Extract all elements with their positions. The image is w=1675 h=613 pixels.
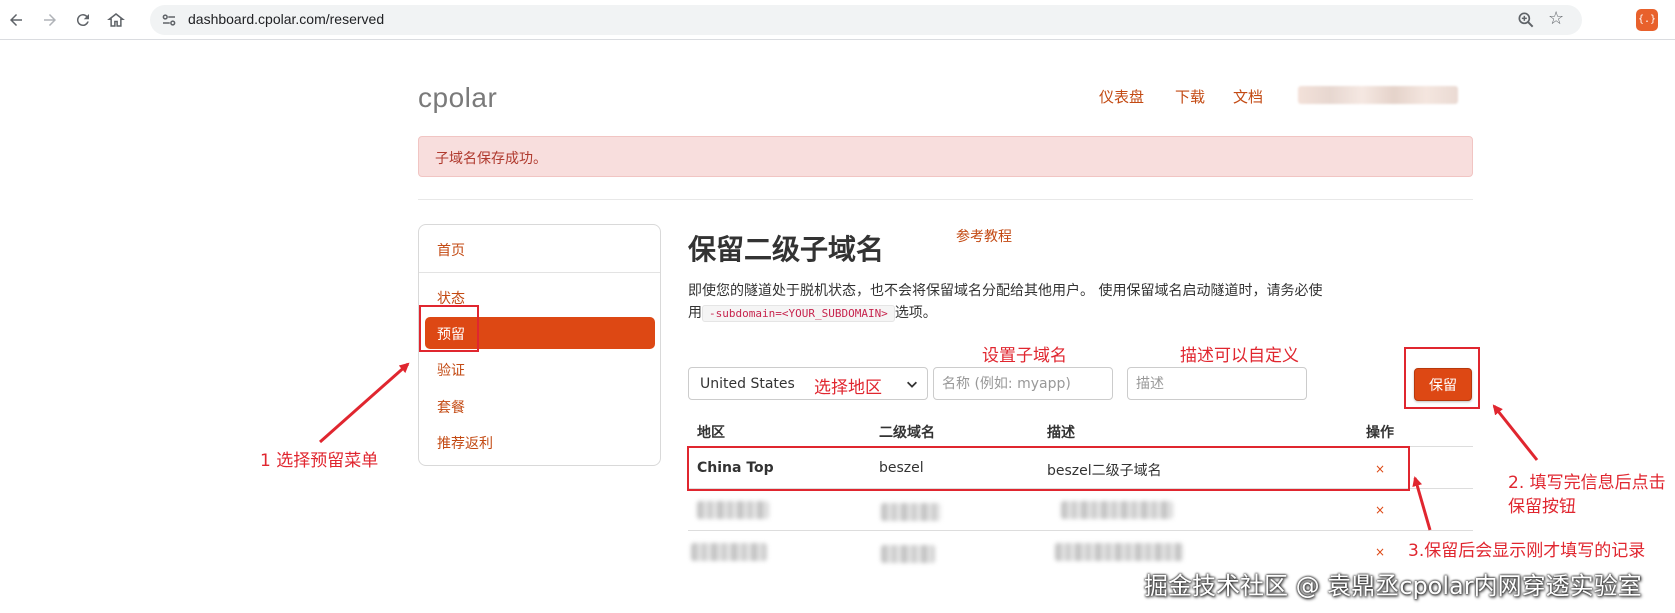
- arrow-step-2: [1492, 404, 1539, 461]
- column-header-description: 描述: [1047, 425, 1075, 441]
- url-text: dashboard.cpolar.com/reserved: [188, 11, 385, 27]
- cell-region-blurred: [697, 501, 769, 519]
- cell-description-blurred: [1061, 501, 1173, 519]
- bookmark-star-icon[interactable]: ☆: [1548, 9, 1568, 29]
- arrow-step-3: [1412, 476, 1432, 531]
- delete-button[interactable]: ×: [1375, 545, 1385, 559]
- region-select[interactable]: United States: [688, 367, 928, 400]
- zoom-icon[interactable]: [1516, 10, 1536, 30]
- sidebar-item-verify[interactable]: 验证: [437, 360, 465, 380]
- description-input[interactable]: [1127, 367, 1307, 400]
- annotation-step-3: 3.保留后会显示刚才填写的记录: [1408, 541, 1646, 561]
- cell-subdomain-blurred: [881, 503, 941, 521]
- cell-region-blurred: [691, 543, 767, 561]
- site-logo[interactable]: cpolar: [418, 82, 497, 114]
- row-divider: [688, 530, 1473, 531]
- column-header-region: 地区: [697, 425, 725, 441]
- back-icon[interactable]: [4, 8, 28, 32]
- sidebar-item-plans[interactable]: 套餐: [437, 397, 465, 417]
- arrow-step-1: [319, 362, 410, 444]
- alert-message: 子域名保存成功。: [435, 151, 547, 167]
- page-title: 保留二级子域名: [688, 233, 885, 266]
- sidebar-item-referral[interactable]: 推荐返利: [437, 433, 493, 453]
- sidebar-item-home[interactable]: 首页: [437, 240, 465, 260]
- address-bar[interactable]: dashboard.cpolar.com/reserved ☆: [150, 5, 1582, 35]
- nav-dashboard[interactable]: 仪表盘: [1099, 86, 1144, 107]
- column-header-subdomain: 二级域名: [879, 425, 935, 441]
- desc-text-2: 选项。: [894, 305, 937, 321]
- cell-description-blurred: [1055, 543, 1183, 561]
- annotation-box-reserved-menu: [419, 305, 479, 352]
- browser-toolbar: dashboard.cpolar.com/reserved ☆ {.}: [0, 0, 1675, 40]
- annotation-select-region: 选择地区: [814, 378, 882, 398]
- header-divider: [418, 199, 1473, 200]
- nav-docs[interactable]: 文档: [1233, 86, 1263, 107]
- home-icon[interactable]: [104, 8, 128, 32]
- success-alert: 子域名保存成功。: [418, 136, 1473, 177]
- annotation-box-reserve-button: [1404, 347, 1480, 409]
- region-select-value: United States: [700, 376, 795, 392]
- annotation-custom-description: 描述可以自定义: [1180, 346, 1299, 366]
- annotation-set-subdomain: 设置子域名: [982, 346, 1067, 366]
- delete-button[interactable]: ×: [1375, 503, 1385, 517]
- subdomain-name-input[interactable]: [933, 367, 1113, 400]
- site-info-icon[interactable]: [160, 11, 178, 29]
- extension-icon[interactable]: {.}: [1636, 9, 1658, 31]
- page-description: 即使您的隧道处于脱机状态，也不会将保留域名分配给其他用户。 使用保留域名启动隧道…: [688, 280, 1328, 325]
- watermark-text: 掘金技术社区 @ 袁鼎丞cpolar内网穿透实验室: [1144, 572, 1642, 600]
- sidebar-divider: [419, 272, 660, 273]
- tutorial-link[interactable]: 参考教程: [956, 226, 1012, 246]
- reload-icon[interactable]: [71, 8, 95, 32]
- column-header-actions: 操作: [1366, 425, 1394, 441]
- subdomain-flag-code: -subdomain=<YOUR_SUBDOMAIN>: [702, 305, 895, 322]
- annotation-step-2-line-2: 保留按钮: [1508, 497, 1576, 517]
- account-menu[interactable]: [1298, 86, 1458, 104]
- annotation-box-new-record: [687, 446, 1410, 491]
- forward-icon[interactable]: [38, 8, 62, 32]
- annotation-step-1: 1 选择预留菜单: [260, 451, 379, 471]
- chevron-down-icon: [907, 381, 917, 388]
- cell-subdomain-blurred: [881, 545, 935, 563]
- nav-download[interactable]: 下载: [1175, 86, 1205, 107]
- annotation-step-2-line-1: 2. 填写完信息后点击: [1508, 473, 1666, 493]
